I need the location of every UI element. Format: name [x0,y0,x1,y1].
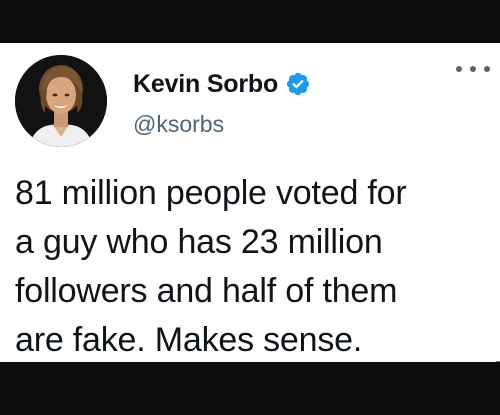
tweet-text-line: 81 million people voted for [15,174,407,212]
top-black-bar [0,0,500,43]
avatar[interactable] [15,55,107,147]
profile-photo-icon [15,55,107,147]
display-name[interactable]: Kevin Sorbo [133,70,278,99]
verified-badge-icon [285,71,311,97]
author-name-row[interactable]: Kevin Sorbo [133,69,311,99]
tweet-text: 81 million people voted for a guy who ha… [15,169,495,362]
bottom-black-bar [0,362,500,415]
more-dot-icon [470,66,476,72]
more-options-icon[interactable] [456,63,490,75]
more-dot-icon [456,66,462,72]
tweet-card[interactable]: Kevin Sorbo @ksorbs 81 million people vo… [0,43,500,362]
tweet-text-line: are fake. Makes sense. [15,321,363,359]
user-handle[interactable]: @ksorbs [133,111,224,138]
more-dot-icon [484,66,490,72]
tweet-text-line: followers and half of them [15,272,398,310]
tweet-text-line: a guy who has 23 million [15,223,383,261]
